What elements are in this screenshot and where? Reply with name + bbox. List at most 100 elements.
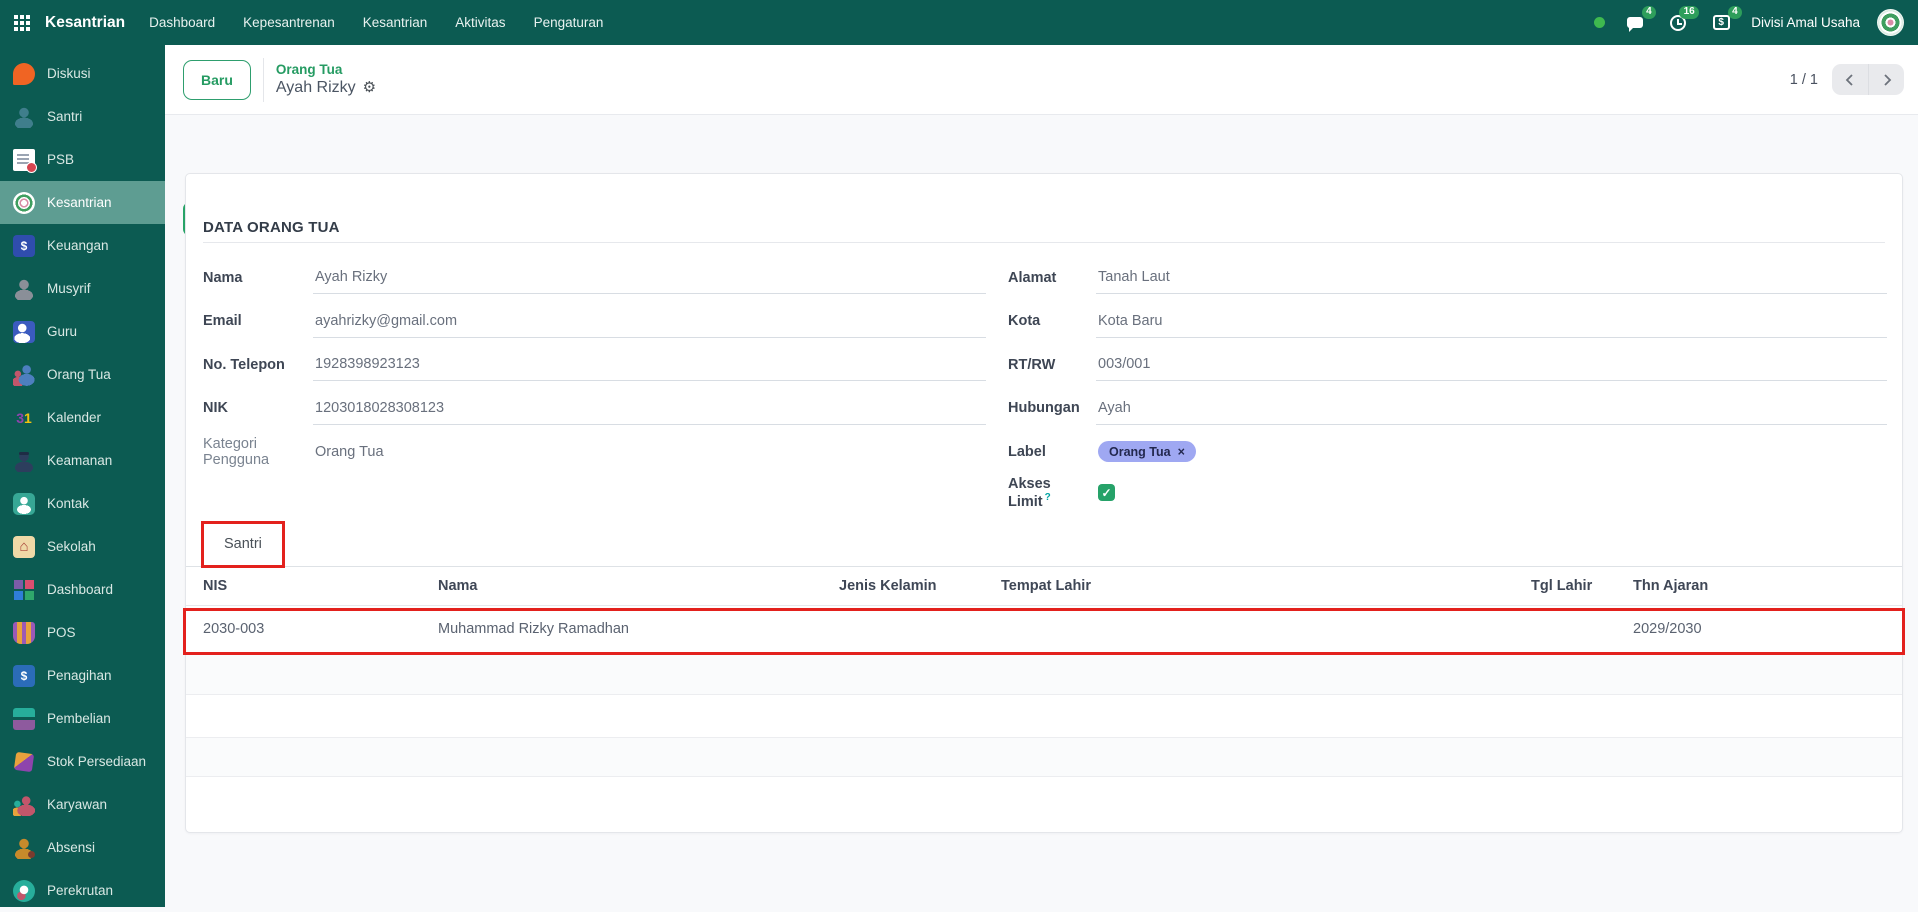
admission-document-icon xyxy=(13,149,35,171)
pager-count: 1 / 1 xyxy=(1790,72,1818,88)
sidebar-item-keuangan[interactable]: $Keuangan xyxy=(0,224,165,267)
field-nik: NIK 1203018028308123 xyxy=(203,387,986,431)
rtrw-input[interactable]: 003/001 xyxy=(1096,348,1887,381)
cell-thn-ajaran: 2029/2030 xyxy=(1633,621,1885,637)
record-form-card: DATA ORANG TUA Nama Ayah Rizky Email aya… xyxy=(185,173,1903,833)
sidebar-item-diskusi[interactable]: Diskusi xyxy=(0,52,165,95)
menu-pengaturan[interactable]: Pengaturan xyxy=(534,15,604,30)
tag-remove-icon[interactable]: × xyxy=(1178,445,1185,459)
field-nik-label: NIK xyxy=(203,400,313,416)
tab-santri[interactable]: Santri xyxy=(203,521,283,566)
sidebar-item-orang-tua[interactable]: Orang Tua xyxy=(0,353,165,396)
col-header-nis[interactable]: NIS xyxy=(203,578,438,594)
activities-badge: 16 xyxy=(1679,6,1699,19)
section-title: DATA ORANG TUA xyxy=(203,219,1885,243)
col-header-tgl-lahir[interactable]: Tgl Lahir xyxy=(1531,578,1633,594)
sidebar-item-musyrif[interactable]: Musyrif xyxy=(0,267,165,310)
sidebar-item-pos[interactable]: POS xyxy=(0,611,165,654)
pager-next-button[interactable] xyxy=(1868,64,1904,95)
sidebar-item-dashboard[interactable]: Dashboard xyxy=(0,568,165,611)
sidebar-item-kontak[interactable]: Kontak xyxy=(0,482,165,525)
field-nama: Nama Ayah Rizky xyxy=(203,256,986,300)
sidebar-item-pembelian[interactable]: Pembelian xyxy=(0,697,165,740)
menu-aktivitas[interactable]: Aktivitas xyxy=(455,15,505,30)
empty-row xyxy=(186,738,1902,777)
calendar-icon xyxy=(13,407,35,429)
akses-limit-checkbox[interactable]: ✓ xyxy=(1098,484,1115,501)
breadcrumb-parent-link[interactable]: Orang Tua xyxy=(276,62,376,78)
revenue-badge: 4 xyxy=(1728,6,1743,19)
online-status-dot xyxy=(1594,17,1605,28)
sidebar-item-perekrutan[interactable]: Perekrutan xyxy=(0,869,165,912)
app-brand[interactable]: Kesantrian xyxy=(45,14,125,32)
notebook-tabs: Santri xyxy=(186,521,1902,567)
dashboard-tiles-icon xyxy=(13,579,35,601)
activities-icon[interactable]: 16 xyxy=(1665,10,1691,36)
field-kota: Kota Kota Baru xyxy=(1008,300,1887,344)
field-nama-label: Nama xyxy=(203,270,313,286)
record-pager: 1 / 1 xyxy=(1790,64,1904,95)
user-avatar[interactable] xyxy=(1877,9,1904,36)
field-rtrw-label: RT/RW xyxy=(1008,357,1096,373)
col-header-jenis-kelamin[interactable]: Jenis Kelamin xyxy=(839,578,1001,594)
sidebar-item-penagihan[interactable]: $Penagihan xyxy=(0,654,165,697)
sidebar-item-santri[interactable]: Santri xyxy=(0,95,165,138)
pager-previous-button[interactable] xyxy=(1832,64,1868,95)
email-input[interactable]: ayahrizky@gmail.com xyxy=(313,305,986,338)
sidebar-item-stok-persediaan[interactable]: Stok Persediaan xyxy=(0,740,165,783)
new-record-button[interactable]: Baru xyxy=(183,60,251,100)
alamat-input[interactable]: Tanah Laut xyxy=(1096,261,1887,294)
teacher-icon xyxy=(13,321,35,343)
company-name[interactable]: Divisi Amal Usaha xyxy=(1751,15,1860,30)
top-navbar: Kesantrian Dashboard Kepesantrenan Kesan… xyxy=(0,0,1918,45)
col-header-tempat-lahir[interactable]: Tempat Lahir xyxy=(1001,578,1531,594)
field-kategori-label: Kategori Pengguna xyxy=(203,436,313,468)
security-guard-icon xyxy=(13,450,35,472)
breadcrumb: Orang Tua Ayah Rizky ⚙ xyxy=(263,58,376,102)
menu-kesantrian[interactable]: Kesantrian xyxy=(363,15,428,30)
revenue-icon[interactable]: $ 4 xyxy=(1708,10,1734,36)
navbar-menu: Dashboard Kepesantrenan Kesantrian Aktiv… xyxy=(149,15,603,30)
finance-icon: $ xyxy=(13,235,35,257)
invoicing-icon: $ xyxy=(13,665,35,687)
field-alamat: Alamat Tanah Laut xyxy=(1008,256,1887,300)
field-akses-limit: Akses Limit? ✓ xyxy=(1008,474,1887,512)
hubungan-input[interactable]: Ayah xyxy=(1096,392,1887,425)
record-actions-gear-icon[interactable]: ⚙ xyxy=(363,78,376,98)
apps-grid-icon[interactable] xyxy=(14,15,30,31)
field-telepon: No. Telepon 1928398923123 xyxy=(203,343,986,387)
sidebar-item-sekolah[interactable]: Sekolah xyxy=(0,525,165,568)
field-label-label: Label xyxy=(1008,444,1096,460)
field-akses-limit-label: Akses Limit? xyxy=(1008,476,1096,510)
nama-input[interactable]: Ayah Rizky xyxy=(313,261,986,294)
form-grid: Nama Ayah Rizky Email ayahrizky@gmail.co… xyxy=(203,256,1885,512)
santri-table-row[interactable]: 2030-003 Muhammad Rizky Ramadhan 2029/20… xyxy=(186,606,1902,653)
telepon-input[interactable]: 1928398923123 xyxy=(313,348,986,381)
sidebar-item-psb[interactable]: PSB xyxy=(0,138,165,181)
field-label-tags: Label Orang Tua × xyxy=(1008,430,1887,474)
nik-input[interactable]: 1203018028308123 xyxy=(313,392,986,425)
sidebar-item-kalender[interactable]: Kalender xyxy=(0,396,165,439)
cell-nama: Muhammad Rizky Ramadhan xyxy=(438,621,839,637)
sidebar-item-karyawan[interactable]: Karyawan xyxy=(0,783,165,826)
school-icon xyxy=(13,536,35,558)
col-header-nama[interactable]: Nama xyxy=(438,578,839,594)
sidebar-item-guru[interactable]: Guru xyxy=(0,310,165,353)
col-header-thn-ajaran[interactable]: Thn Ajaran xyxy=(1633,578,1885,594)
inventory-cube-icon xyxy=(14,751,34,771)
kota-input[interactable]: Kota Baru xyxy=(1096,305,1887,338)
chat-bubble-icon xyxy=(1627,17,1643,28)
santri-table: NIS Nama Jenis Kelamin Tempat Lahir Tgl … xyxy=(186,567,1902,777)
menu-kepesantrenan[interactable]: Kepesantrenan xyxy=(243,15,335,30)
pesantren-logo-icon xyxy=(13,192,35,214)
sidebar-item-kesantrian[interactable]: Kesantrian xyxy=(0,181,165,224)
discuss-icon xyxy=(13,63,35,85)
contacts-icon xyxy=(13,493,35,515)
app-sidebar: Diskusi Santri PSB Kesantrian $Keuangan … xyxy=(0,45,165,907)
menu-dashboard[interactable]: Dashboard xyxy=(149,15,215,30)
help-question-icon[interactable]: ? xyxy=(1045,492,1051,503)
sidebar-item-keamanan[interactable]: Keamanan xyxy=(0,439,165,482)
tag-orang-tua[interactable]: Orang Tua × xyxy=(1098,441,1196,462)
sidebar-item-absensi[interactable]: Absensi xyxy=(0,826,165,869)
messages-icon[interactable]: 4 xyxy=(1622,10,1648,36)
